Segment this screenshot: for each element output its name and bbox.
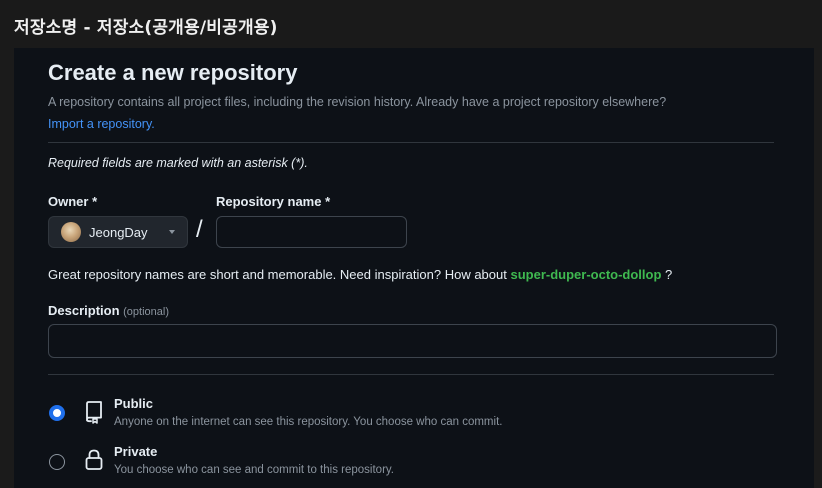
public-option-description: Anyone on the internet can see this repo… (114, 416, 503, 428)
divider (48, 374, 774, 375)
repo-icon (84, 400, 104, 428)
caret-down-icon (169, 230, 175, 234)
description-input[interactable] (48, 324, 777, 358)
page-title: Create a new repository (48, 60, 298, 85)
private-option-title: Private (114, 444, 158, 459)
suggestion-suffix: ? (665, 267, 673, 282)
repository-name-label: Repository name * (216, 194, 331, 209)
repository-name-input[interactable] (216, 216, 407, 248)
owner-dropdown[interactable]: JeongDay (48, 216, 188, 248)
private-radio[interactable] (49, 454, 65, 470)
window-title: 저장소명 - 저장소(공개용/비공개용) (14, 18, 278, 38)
description-label-text: Description (48, 303, 120, 318)
required-fields-note: Required fields are marked with an aster… (48, 156, 308, 170)
name-suggestion: Great repository names are short and mem… (48, 267, 672, 282)
public-radio[interactable] (49, 405, 65, 421)
suggested-name-link[interactable]: super-duper-octo-dollop (510, 267, 661, 282)
window-titlebar: 저장소명 - 저장소(공개용/비공개용) (0, 0, 822, 50)
avatar (61, 222, 81, 242)
create-repo-panel: Create a new repository A repository con… (14, 48, 814, 488)
import-repository-link[interactable]: Import a repository. (48, 117, 155, 131)
optional-hint: (optional) (123, 306, 169, 318)
private-option-description: You choose who can see and commit to thi… (114, 464, 394, 476)
owner-repo-separator: / (196, 216, 203, 243)
page-subtitle: A repository contains all project files,… (48, 95, 667, 109)
owner-label: Owner * (48, 194, 98, 209)
owner-name: JeongDay (89, 225, 148, 240)
public-option-title: Public (114, 396, 154, 411)
suggestion-text: Great repository names are short and mem… (48, 267, 507, 282)
description-label: Description (optional) (48, 303, 169, 318)
divider (48, 142, 774, 143)
lock-icon (84, 448, 104, 476)
